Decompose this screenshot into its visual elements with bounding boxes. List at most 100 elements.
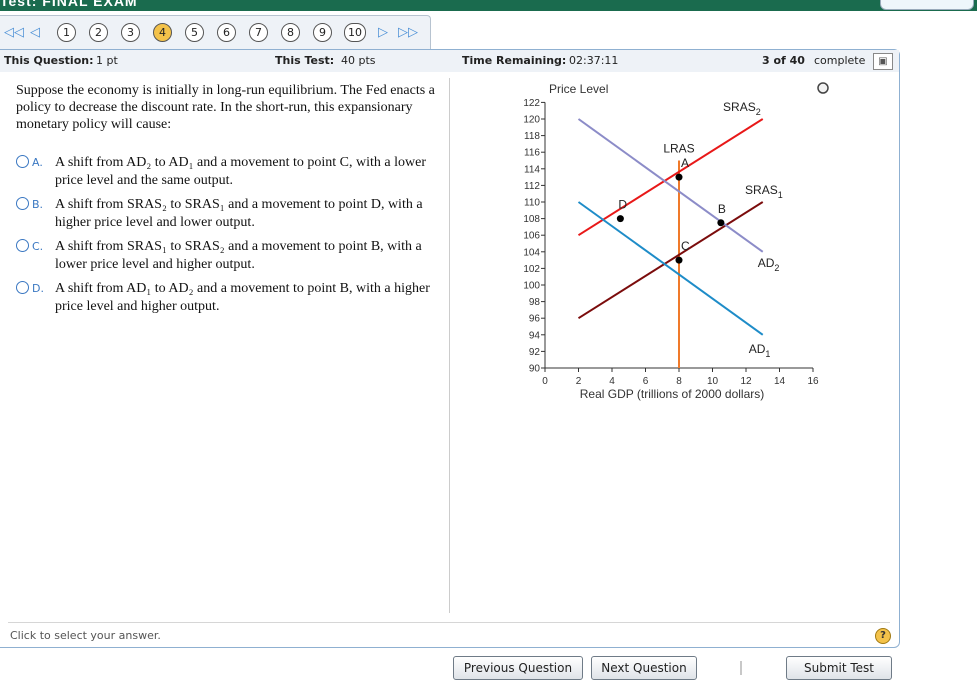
option-a-letter: A. — [32, 156, 43, 169]
point-label-b: B — [718, 202, 726, 216]
series-line-ad2 — [577, 118, 764, 253]
previous-question-button[interactable]: Previous Question — [453, 656, 583, 680]
option-b[interactable]: B. A shift from SRAS₂ to SRAS₁ and a mov… — [16, 196, 441, 234]
question-number-8[interactable]: 8 — [281, 23, 300, 42]
footer-divider — [8, 622, 890, 623]
x-tick-label: 6 — [643, 376, 649, 387]
point-d — [616, 215, 624, 223]
option-a-radio[interactable] — [16, 155, 29, 168]
y-tick-label: 116 — [524, 148, 540, 159]
y-tick-label: 104 — [523, 247, 540, 258]
last-question-icon[interactable]: ▷▷ — [398, 25, 418, 41]
help-icon[interactable]: ? — [875, 628, 891, 644]
option-d-text: A shift from AD₁ to AD₂ and a movement t… — [55, 281, 430, 314]
progress-count: 3 of 40 — [762, 54, 805, 67]
first-question-icon[interactable]: ◁◁ — [4, 25, 24, 41]
point-label-d: D — [618, 198, 627, 212]
question-number-4[interactable]: 4 — [153, 23, 172, 42]
series-label-lras: LRAS — [663, 142, 694, 156]
y-tick-label: 122 — [523, 98, 540, 109]
popout-icon[interactable]: ▣ — [873, 53, 893, 70]
series-line-sras1 — [577, 201, 764, 320]
option-c-text: A shift from SRAS₁ to SRAS₂ and a moveme… — [55, 239, 422, 272]
series-label-sras1: SRAS1 — [745, 183, 783, 200]
question-number-6[interactable]: 6 — [217, 23, 236, 42]
y-tick-label: 96 — [529, 314, 541, 325]
x-tick-label: 0 — [542, 376, 548, 387]
y-tick-label: 106 — [523, 231, 540, 242]
y-tick-label: 120 — [523, 115, 540, 126]
time-remaining-label: Time Remaining: — [462, 54, 567, 67]
series-line-ad1 — [577, 201, 764, 336]
question-number-1[interactable]: 1 — [57, 23, 76, 42]
info-bar: This Question: 1 pt This Test: 40 pts Ti… — [0, 50, 899, 72]
zoom-icon — [817, 82, 829, 94]
question-number-10[interactable]: 10 — [344, 23, 366, 42]
question-number-3[interactable]: 3 — [121, 23, 140, 42]
question-number-5[interactable]: 5 — [185, 23, 204, 42]
pane-divider — [449, 78, 450, 613]
option-b-text: A shift from SRAS₂ to SRAS₁ and a moveme… — [55, 197, 423, 230]
economics-chart: 9092949698100102104106108110112114116118… — [523, 82, 829, 401]
y-tick-label: 114 — [524, 164, 540, 175]
x-tick-label: 12 — [740, 376, 752, 387]
y-tick-label: 98 — [529, 297, 541, 308]
option-a[interactable]: A. A shift from AD₂ to AD₁ and a movemen… — [16, 154, 441, 192]
question-number-7[interactable]: 7 — [249, 23, 268, 42]
y-tick-label: 92 — [529, 347, 541, 358]
option-a-text: A shift from AD₂ to AD₁ and a movement t… — [55, 155, 426, 188]
y-tick-label: 90 — [529, 364, 541, 375]
this-question-label: This Question: — [4, 54, 94, 67]
x-tick-label: 4 — [609, 376, 615, 387]
overview-button[interactable] — [880, 0, 974, 10]
y-tick-label: 102 — [523, 264, 540, 275]
point-label-a: A — [681, 156, 689, 170]
option-b-radio[interactable] — [16, 197, 29, 210]
option-c-letter: C. — [32, 240, 44, 253]
next-question-icon[interactable]: ▷ — [378, 25, 388, 41]
option-d[interactable]: D. A shift from AD₁ to AD₂ and a movemen… — [16, 280, 441, 318]
progress-text: complete — [814, 54, 866, 67]
x-tick-label: 14 — [774, 376, 786, 387]
footer-hint: Click to select your answer. — [10, 629, 161, 642]
option-c-radio[interactable] — [16, 239, 29, 252]
this-test-value: 40 pts — [341, 54, 376, 67]
submit-test-button[interactable]: Submit Test — [786, 656, 892, 680]
question-number-2[interactable]: 2 — [89, 23, 108, 42]
next-question-button[interactable]: Next Question — [591, 656, 697, 680]
y-tick-label: 94 — [529, 330, 541, 341]
option-b-letter: B. — [32, 198, 44, 211]
button-separator — [740, 661, 742, 675]
point-b — [717, 219, 725, 227]
y-axis-title: Price Level — [549, 82, 608, 96]
this-test-label: This Test: — [275, 54, 335, 67]
y-tick-label: 118 — [524, 131, 540, 142]
x-tick-label: 2 — [576, 376, 582, 387]
x-tick-label: 16 — [807, 376, 819, 387]
question-number-9[interactable]: 9 — [313, 23, 332, 42]
point-a — [675, 173, 683, 181]
question-text: Suppose the economy is initially in long… — [16, 83, 435, 132]
this-question-value: 1 pt — [96, 54, 118, 67]
series-label-ad1: AD1 — [749, 342, 771, 359]
y-tick-label: 100 — [523, 281, 540, 292]
series-line-sras2 — [577, 118, 764, 237]
series-label-ad2: AD2 — [758, 256, 780, 273]
option-c[interactable]: C. A shift from SRAS₁ to SRAS₂ and a mov… — [16, 238, 441, 276]
header-bar: Test: FINAL EXAM — [0, 0, 977, 11]
option-d-letter: D. — [32, 282, 44, 295]
point-c — [675, 256, 683, 264]
point-label-c: C — [681, 239, 690, 253]
question-panel: This Question: 1 pt This Test: 40 pts Ti… — [0, 49, 900, 648]
option-d-radio[interactable] — [16, 281, 29, 294]
series-label-sras2: SRAS2 — [723, 100, 761, 117]
time-remaining-value: 02:37:11 — [569, 54, 619, 67]
x-tick-label: 10 — [707, 376, 719, 387]
prev-question-icon[interactable]: ◁ — [30, 25, 40, 41]
x-axis-title: Real GDP (trillions of 2000 dollars) — [580, 387, 765, 401]
test-title: Test: FINAL EXAM — [0, 0, 138, 9]
y-tick-label: 110 — [524, 198, 540, 209]
question-nav: ◁◁ ◁ 1 2 3 4 5 6 7 8 9 10 ▷ ▷▷ — [0, 15, 431, 50]
x-tick-label: 8 — [676, 376, 682, 387]
y-tick-label: 108 — [523, 214, 540, 225]
